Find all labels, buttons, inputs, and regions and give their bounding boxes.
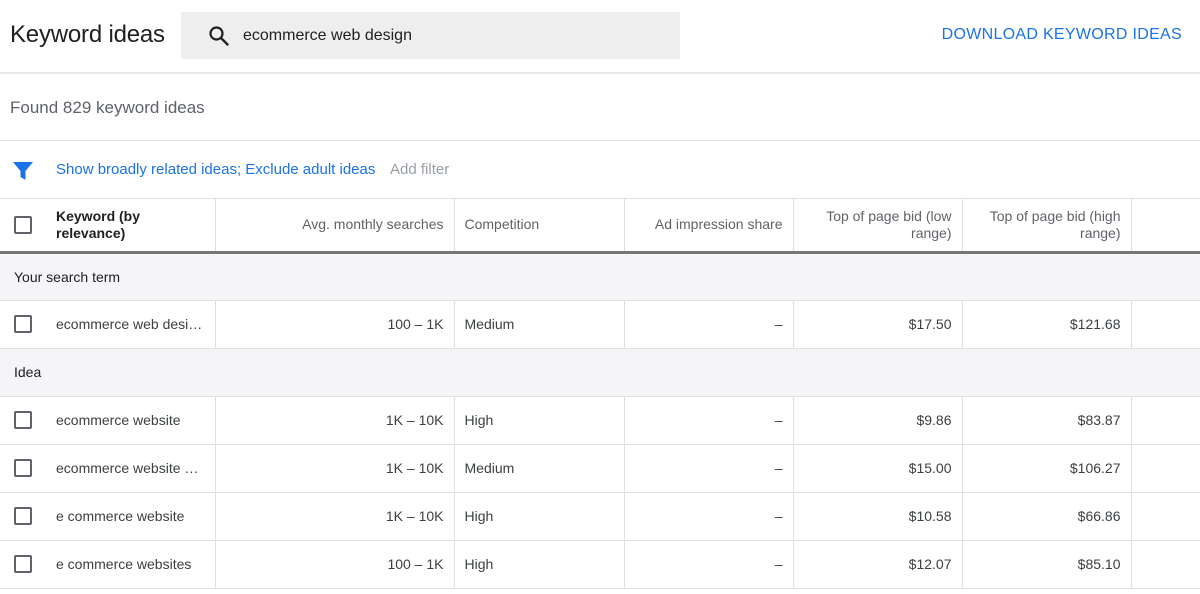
- search-value[interactable]: ecommerce web design: [243, 27, 412, 45]
- competition-cell: High: [454, 540, 625, 589]
- bid-low-cell: $15.00: [793, 444, 963, 493]
- filter-bar: Show broadly related ideas; Exclude adul…: [0, 142, 1200, 199]
- found-count-text: Found 829 keyword ideas: [10, 98, 205, 117]
- top-bar: Keyword ideas ecommerce web design DOWNL…: [0, 0, 1200, 74]
- competition-cell: High: [454, 492, 625, 541]
- competition-cell: High: [454, 396, 625, 445]
- row-spacer-cell: [1131, 396, 1200, 445]
- avg-monthly-searches-cell: 1K – 10K: [215, 396, 455, 445]
- bid-low-cell: $17.50: [793, 300, 963, 349]
- keyword-cell: e commerce website: [0, 492, 216, 541]
- row-spacer-cell: [1131, 492, 1200, 541]
- table-header-row: Keyword (by relevance) Avg. monthly sear…: [0, 199, 1200, 254]
- applied-filters-link[interactable]: Show broadly related ideas; Exclude adul…: [56, 161, 375, 178]
- row-spacer-cell: [1131, 444, 1200, 493]
- ad-impression-share-cell: –: [624, 396, 794, 445]
- ad-impression-share-cell: –: [624, 492, 794, 541]
- bid-high-cell: $106.27: [962, 444, 1132, 493]
- table-row[interactable]: ecommerce website d… 1K – 10K Medium – $15.0…: [0, 444, 1200, 493]
- column-header-spacer: [1131, 199, 1200, 254]
- ad-impression-share-cell: –: [624, 540, 794, 589]
- column-header-ad-impression-share[interactable]: Ad impression share: [624, 199, 794, 254]
- ad-impression-share-cell: –: [624, 300, 794, 349]
- keyword-text: e commerce website: [56, 508, 185, 524]
- table-row[interactable]: ecommerce website 1K – 10K High – $9.86 $83.8…: [0, 396, 1200, 445]
- row-checkbox[interactable]: [14, 315, 32, 333]
- row-checkbox[interactable]: [14, 507, 32, 525]
- group-header-row: Idea: [0, 348, 1200, 397]
- row-spacer-cell: [1131, 540, 1200, 589]
- avg-monthly-searches-cell: 1K – 10K: [215, 492, 455, 541]
- search-icon: [209, 26, 229, 46]
- column-header-keyword[interactable]: Keyword (by relevance): [0, 199, 216, 254]
- row-spacer-cell: [1131, 300, 1200, 349]
- avg-monthly-searches-cell: 1K – 10K: [215, 444, 455, 493]
- keyword-cell: ecommerce website d…: [0, 444, 216, 493]
- table-row[interactable]: e commerce websites 100 – 1K High – $12.07 $8…: [0, 540, 1200, 589]
- keyword-cell: ecommerce website: [0, 396, 216, 445]
- keyword-text: ecommerce website: [56, 412, 181, 428]
- keyword-text: ecommerce web desi…: [56, 316, 203, 332]
- ad-impression-share-cell: –: [624, 444, 794, 493]
- column-header-competition[interactable]: Competition: [454, 199, 625, 254]
- table-row[interactable]: ecommerce web desi… 100 – 1K Medium – $17.50…: [0, 300, 1200, 349]
- download-keyword-ideas-button[interactable]: DOWNLOAD KEYWORD IDEAS: [942, 26, 1182, 44]
- group-label: Idea: [0, 348, 1200, 397]
- column-header-avg-monthly-searches[interactable]: Avg. monthly searches: [215, 199, 455, 254]
- keyword-text: ecommerce website d…: [56, 460, 205, 476]
- select-all-checkbox[interactable]: [14, 215, 32, 234]
- group-header-row: Your search term: [0, 252, 1200, 301]
- bid-high-cell: $83.87: [962, 396, 1132, 445]
- competition-cell: Medium: [454, 300, 625, 349]
- row-checkbox[interactable]: [14, 411, 32, 429]
- avg-monthly-searches-cell: 100 – 1K: [215, 540, 455, 589]
- group-label: Your search term: [0, 252, 1200, 301]
- row-checkbox[interactable]: [14, 555, 32, 573]
- row-checkbox[interactable]: [14, 459, 32, 477]
- add-filter-button[interactable]: Add filter: [390, 161, 449, 178]
- bid-low-cell: $9.86: [793, 396, 963, 445]
- keyword-cell: e commerce websites: [0, 540, 216, 589]
- column-header-bid-high[interactable]: Top of page bid (high range): [962, 199, 1132, 254]
- bid-low-cell: $12.07: [793, 540, 963, 589]
- keyword-text: e commerce websites: [56, 556, 192, 572]
- page-title: Keyword ideas: [10, 21, 165, 48]
- bid-high-cell: $121.68: [962, 300, 1132, 349]
- bid-high-cell: $66.86: [962, 492, 1132, 541]
- avg-monthly-searches-cell: 100 – 1K: [215, 300, 455, 349]
- keyword-cell: ecommerce web desi…: [0, 300, 216, 349]
- column-header-bid-low[interactable]: Top of page bid (low range): [793, 199, 963, 254]
- competition-cell: Medium: [454, 444, 625, 493]
- keyword-search-input[interactable]: ecommerce web design: [181, 12, 680, 59]
- bid-high-cell: $85.10: [962, 540, 1132, 589]
- table-row[interactable]: e commerce website 1K – 10K High – $10.58 $66…: [0, 492, 1200, 541]
- results-summary: Found 829 keyword ideas: [0, 75, 1200, 141]
- bid-low-cell: $10.58: [793, 492, 963, 541]
- keyword-ideas-table: Keyword (by relevance) Avg. monthly sear…: [0, 199, 1200, 589]
- filter-icon[interactable]: [12, 160, 34, 182]
